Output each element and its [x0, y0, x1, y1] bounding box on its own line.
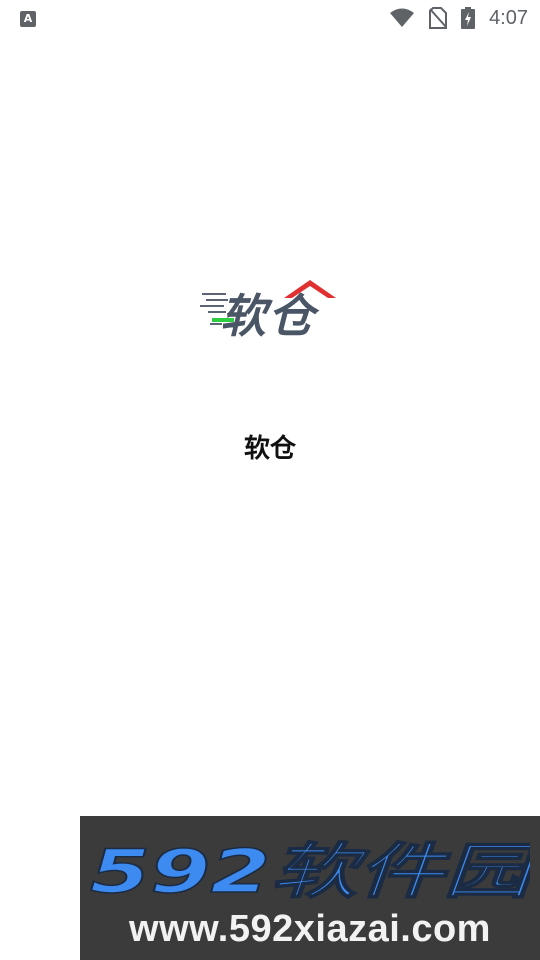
watermark-banner: 592软件园 www.592xiazai.com	[80, 816, 540, 960]
no-sim-icon	[429, 7, 448, 29]
watermark-title: 592软件园	[90, 837, 530, 906]
logo-text: 软仓	[220, 289, 320, 340]
status-time: 4:07	[489, 6, 528, 29]
keyboard-indicator-icon: A	[20, 11, 36, 27]
app-name: 软仓	[243, 434, 296, 464]
watermark-logo: 592软件园	[90, 836, 530, 906]
watermark-url: www.592xiazai.com	[129, 908, 491, 950]
status-bar: A 4:07	[0, 0, 540, 36]
wifi-icon	[390, 8, 415, 27]
battery-charging-icon	[461, 7, 476, 29]
keyboard-indicator-letter: A	[23, 12, 33, 25]
app-logo: 软仓	[200, 280, 336, 340]
status-icons: 4:07	[389, 6, 528, 30]
